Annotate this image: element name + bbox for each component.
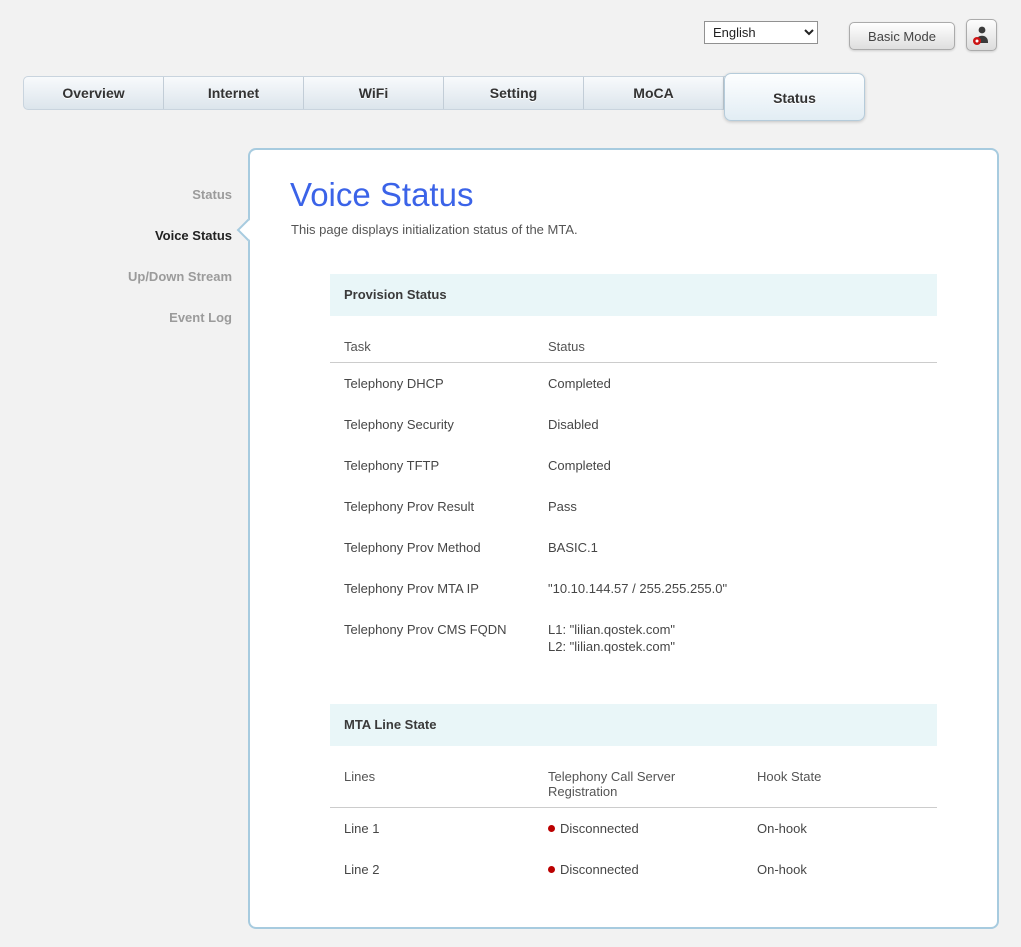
column-header-hook-state: Hook State <box>743 760 937 808</box>
tab-setting[interactable]: Setting <box>444 77 584 109</box>
table-cell: Completed <box>548 458 611 473</box>
sections-container: Provision Status Task Status Telephony DHCP… <box>250 274 997 890</box>
table-cell: Line 1 <box>344 821 380 836</box>
page-title: Voice Status <box>290 176 474 213</box>
table-cell: On-hook <box>757 821 807 836</box>
table-cell: Disconnected <box>534 808 743 850</box>
table-cell: L1: "lilian.qostek.com" L2: "lilian.qoste… <box>548 622 676 654</box>
table-cell: Telephony Prov MTA IP <box>344 581 479 596</box>
page-description: This page displays initialization status… <box>291 222 578 237</box>
table-cell: Telephony DHCP <box>344 376 444 391</box>
table-cell: Pass <box>548 499 577 514</box>
tab-internet[interactable]: Internet <box>164 77 304 109</box>
table-row: Telephony Prov CMS FQDN L1: "lilian.qoste… <box>330 609 937 667</box>
table-row: Telephony DHCP Completed <box>330 363 937 405</box>
status-dot <box>548 866 555 873</box>
table-provision-status: Task Status Telephony DHCP Completed Telepho… <box>330 330 937 667</box>
column-header-telephony-call-server-registration: Telephony Call Server Registration <box>534 760 743 808</box>
sidebar-item-up-down-stream[interactable]: Up/Down Stream <box>0 256 232 297</box>
table-row: Telephony Prov Result Pass <box>330 486 937 527</box>
table-cell: BASIC.1 <box>548 540 598 555</box>
table-row: Line 2 Disconnected On-hook <box>330 849 937 890</box>
tab-wifi[interactable]: WiFi <box>304 77 444 109</box>
column-header-status: Status <box>534 330 937 363</box>
table-row: Telephony Prov Method BASIC.1 <box>330 527 937 568</box>
section-heading-mta-line-state: MTA Line State <box>330 704 937 746</box>
main-tab-bar: Overview Internet WiFi Setting MoCA Status <box>23 73 865 121</box>
table-cell: Line 2 <box>344 862 380 877</box>
table-cell: Disconnected <box>534 849 743 890</box>
tab-overview[interactable]: Overview <box>24 77 164 109</box>
table-cell: Telephony Prov Method <box>344 540 481 555</box>
table-cell: Telephony Prov CMS FQDN <box>344 622 507 637</box>
logout-button[interactable] <box>966 19 997 51</box>
table-row: Telephony Prov MTA IP "10.10.144.57 / 255… <box>330 568 937 609</box>
column-header-task: Task <box>330 330 534 363</box>
table-cell: Telephony Security <box>344 417 454 432</box>
table-row: Line 1 Disconnected On-hook <box>330 808 937 850</box>
status-dot <box>548 825 555 832</box>
sidebar-item-event-log[interactable]: Event Log <box>0 297 232 338</box>
active-item-notch <box>236 218 260 242</box>
table-mta-line-state: Lines Telephony Call Server Registration H… <box>330 760 937 890</box>
table-cell: Telephony Prov Result <box>344 499 475 514</box>
sidebar-item-status[interactable]: Status <box>0 174 232 215</box>
table-cell: Disabled <box>548 417 599 432</box>
table-row: Telephony Security Disabled <box>330 404 937 445</box>
table-cell: Completed <box>548 376 611 391</box>
content-panel: Voice Status This page displays initiali… <box>236 148 999 929</box>
column-header-lines: Lines <box>330 760 534 808</box>
logout-user-icon <box>972 25 991 46</box>
table-cell: On-hook <box>757 862 807 877</box>
table-cell: Telephony TFTP <box>344 458 440 473</box>
language-select[interactable]: English <box>704 21 818 44</box>
table-row: Telephony TFTP Completed <box>330 445 937 486</box>
table-cell: "10.10.144.57 / 255.255.255.0" <box>548 581 728 596</box>
tab-moca[interactable]: MoCA <box>584 77 724 109</box>
tab-status[interactable]: Status <box>724 73 865 121</box>
basic-mode-button[interactable]: Basic Mode <box>849 22 955 50</box>
sidebar-item-voice-status[interactable]: Voice Status <box>0 215 232 256</box>
section-heading-provision-status: Provision Status <box>330 274 937 316</box>
sidebar-nav: Status Voice Status Up/Down Stream Event Lo… <box>0 174 232 338</box>
